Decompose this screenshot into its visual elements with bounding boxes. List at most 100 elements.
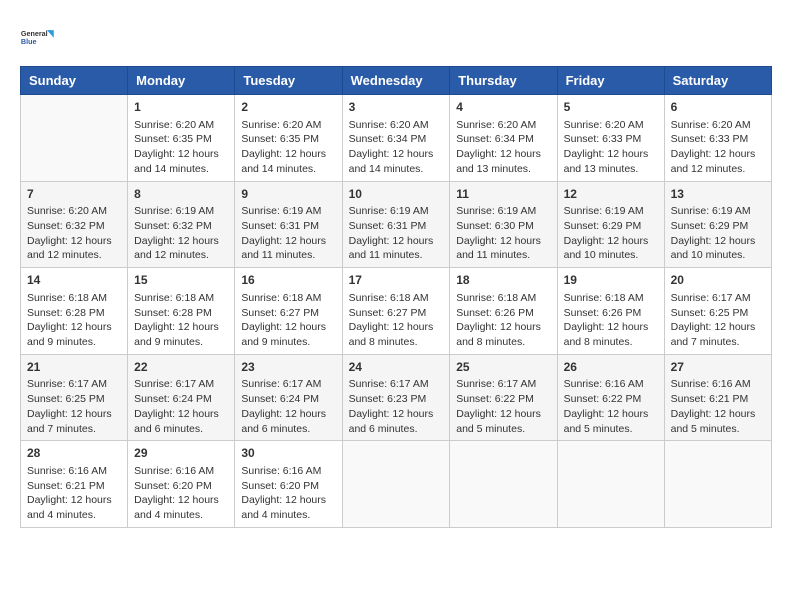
calendar-cell: 7Sunrise: 6:20 AMSunset: 6:32 PMDaylight… xyxy=(21,181,128,268)
day-number: 12 xyxy=(564,186,658,203)
day-number: 9 xyxy=(241,186,335,203)
day-number: 5 xyxy=(564,99,658,116)
calendar-cell: 9Sunrise: 6:19 AMSunset: 6:31 PMDaylight… xyxy=(235,181,342,268)
calendar-cell xyxy=(664,441,771,528)
calendar-cell: 4 Sunrise: 6:20 AMSunset: 6:34 PMDaylight… xyxy=(450,95,557,182)
day-header-saturday: Saturday xyxy=(664,67,771,95)
calendar-cell xyxy=(342,441,450,528)
day-number: 8 xyxy=(134,186,228,203)
day-header-sunday: Sunday xyxy=(21,67,128,95)
calendar-cell: 2 Sunrise: 6:20 AMSunset: 6:35 PMDaylight… xyxy=(235,95,342,182)
calendar-cell: 21Sunrise: 6:17 AMSunset: 6:25 PMDayligh… xyxy=(21,354,128,441)
cell-content: Sunrise: 6:18 AMSunset: 6:27 PMDaylight:… xyxy=(241,291,335,350)
cell-content: Sunrise: 6:17 AMSunset: 6:23 PMDaylight:… xyxy=(349,377,444,436)
calendar-cell: 5 Sunrise: 6:20 AMSunset: 6:33 PMDaylight… xyxy=(557,95,664,182)
cell-content: Sunrise: 6:19 AMSunset: 6:32 PMDaylight:… xyxy=(134,204,228,263)
day-number: 2 xyxy=(241,99,335,116)
cell-content: Sunrise: 6:20 AMSunset: 6:35 PMDaylight:… xyxy=(134,118,228,177)
calendar-cell: 15 Sunrise: 6:18 AMSunset: 6:28 PMDayligh… xyxy=(128,268,235,355)
calendar-cell: 11Sunrise: 6:19 AMSunset: 6:30 PMDayligh… xyxy=(450,181,557,268)
day-number: 1 xyxy=(134,99,228,116)
day-number: 23 xyxy=(241,359,335,376)
calendar-cell: 24Sunrise: 6:17 AMSunset: 6:23 PMDayligh… xyxy=(342,354,450,441)
calendar-cell: 19 Sunrise: 6:18 AMSunset: 6:26 PMDayligh… xyxy=(557,268,664,355)
calendar-cell xyxy=(21,95,128,182)
day-number: 11 xyxy=(456,186,550,203)
day-number: 15 xyxy=(134,272,228,289)
calendar-cell: 3 Sunrise: 6:20 AMSunset: 6:34 PMDaylight… xyxy=(342,95,450,182)
calendar-week-3: 14 Sunrise: 6:18 AMSunset: 6:28 PMDayligh… xyxy=(21,268,772,355)
cell-content: Sunrise: 6:20 AMSunset: 6:34 PMDaylight:… xyxy=(456,118,550,177)
calendar-cell: 26Sunrise: 6:16 AMSunset: 6:22 PMDayligh… xyxy=(557,354,664,441)
cell-content: Sunrise: 6:17 AMSunset: 6:24 PMDaylight:… xyxy=(134,377,228,436)
day-number: 18 xyxy=(456,272,550,289)
calendar-cell: 22Sunrise: 6:17 AMSunset: 6:24 PMDayligh… xyxy=(128,354,235,441)
cell-content: Sunrise: 6:16 AMSunset: 6:20 PMDaylight:… xyxy=(134,464,228,523)
day-number: 30 xyxy=(241,445,335,462)
calendar-cell: 10Sunrise: 6:19 AMSunset: 6:31 PMDayligh… xyxy=(342,181,450,268)
day-number: 4 xyxy=(456,99,550,116)
calendar-cell: 13Sunrise: 6:19 AMSunset: 6:29 PMDayligh… xyxy=(664,181,771,268)
calendar-cell: 8Sunrise: 6:19 AMSunset: 6:32 PMDaylight… xyxy=(128,181,235,268)
calendar-cell: 28 Sunrise: 6:16 AMSunset: 6:21 PMDayligh… xyxy=(21,441,128,528)
calendar-cell xyxy=(450,441,557,528)
day-number: 20 xyxy=(671,272,765,289)
day-number: 16 xyxy=(241,272,335,289)
cell-content: Sunrise: 6:19 AMSunset: 6:29 PMDaylight:… xyxy=(671,204,765,263)
cell-content: Sunrise: 6:16 AMSunset: 6:21 PMDaylight:… xyxy=(27,464,121,523)
logo-icon: GeneralBlue xyxy=(20,20,56,56)
calendar-cell: 14 Sunrise: 6:18 AMSunset: 6:28 PMDayligh… xyxy=(21,268,128,355)
calendar-week-1: 1 Sunrise: 6:20 AMSunset: 6:35 PMDaylight… xyxy=(21,95,772,182)
calendar-cell: 30 Sunrise: 6:16 AMSunset: 6:20 PMDayligh… xyxy=(235,441,342,528)
calendar-week-4: 21Sunrise: 6:17 AMSunset: 6:25 PMDayligh… xyxy=(21,354,772,441)
cell-content: Sunrise: 6:18 AMSunset: 6:26 PMDaylight:… xyxy=(456,291,550,350)
calendar-week-2: 7Sunrise: 6:20 AMSunset: 6:32 PMDaylight… xyxy=(21,181,772,268)
cell-content: Sunrise: 6:16 AMSunset: 6:20 PMDaylight:… xyxy=(241,464,335,523)
day-number: 10 xyxy=(349,186,444,203)
cell-content: Sunrise: 6:17 AMSunset: 6:25 PMDaylight:… xyxy=(27,377,121,436)
calendar-cell: 17Sunrise: 6:18 AMSunset: 6:27 PMDayligh… xyxy=(342,268,450,355)
calendar-cell: 16 Sunrise: 6:18 AMSunset: 6:27 PMDayligh… xyxy=(235,268,342,355)
cell-content: Sunrise: 6:18 AMSunset: 6:28 PMDaylight:… xyxy=(27,291,121,350)
day-number: 22 xyxy=(134,359,228,376)
day-number: 7 xyxy=(27,186,121,203)
cell-content: Sunrise: 6:18 AMSunset: 6:28 PMDaylight:… xyxy=(134,291,228,350)
day-number: 21 xyxy=(27,359,121,376)
cell-content: Sunrise: 6:20 AMSunset: 6:33 PMDaylight:… xyxy=(671,118,765,177)
day-number: 24 xyxy=(349,359,444,376)
calendar-cell: 20Sunrise: 6:17 AMSunset: 6:25 PMDayligh… xyxy=(664,268,771,355)
cell-content: Sunrise: 6:20 AMSunset: 6:35 PMDaylight:… xyxy=(241,118,335,177)
logo: GeneralBlue xyxy=(20,20,56,56)
day-number: 3 xyxy=(349,99,444,116)
cell-content: Sunrise: 6:20 AMSunset: 6:34 PMDaylight:… xyxy=(349,118,444,177)
day-number: 28 xyxy=(27,445,121,462)
cell-content: Sunrise: 6:17 AMSunset: 6:22 PMDaylight:… xyxy=(456,377,550,436)
calendar-cell: 18 Sunrise: 6:18 AMSunset: 6:26 PMDayligh… xyxy=(450,268,557,355)
day-number: 19 xyxy=(564,272,658,289)
cell-content: Sunrise: 6:16 AMSunset: 6:22 PMDaylight:… xyxy=(564,377,658,436)
cell-content: Sunrise: 6:20 AMSunset: 6:33 PMDaylight:… xyxy=(564,118,658,177)
calendar-cell: 29Sunrise: 6:16 AMSunset: 6:20 PMDayligh… xyxy=(128,441,235,528)
svg-text:General: General xyxy=(21,29,48,38)
cell-content: Sunrise: 6:19 AMSunset: 6:29 PMDaylight:… xyxy=(564,204,658,263)
day-header-tuesday: Tuesday xyxy=(235,67,342,95)
svg-text:Blue: Blue xyxy=(21,37,37,46)
calendar-body: 1 Sunrise: 6:20 AMSunset: 6:35 PMDaylight… xyxy=(21,95,772,528)
calendar-cell: 12Sunrise: 6:19 AMSunset: 6:29 PMDayligh… xyxy=(557,181,664,268)
cell-content: Sunrise: 6:19 AMSunset: 6:31 PMDaylight:… xyxy=(241,204,335,263)
cell-content: Sunrise: 6:17 AMSunset: 6:24 PMDaylight:… xyxy=(241,377,335,436)
day-header-thursday: Thursday xyxy=(450,67,557,95)
cell-content: Sunrise: 6:19 AMSunset: 6:30 PMDaylight:… xyxy=(456,204,550,263)
day-number: 17 xyxy=(349,272,444,289)
cell-content: Sunrise: 6:18 AMSunset: 6:26 PMDaylight:… xyxy=(564,291,658,350)
page-header: GeneralBlue xyxy=(20,20,772,56)
cell-content: Sunrise: 6:19 AMSunset: 6:31 PMDaylight:… xyxy=(349,204,444,263)
cell-content: Sunrise: 6:20 AMSunset: 6:32 PMDaylight:… xyxy=(27,204,121,263)
calendar-header-row: SundayMondayTuesdayWednesdayThursdayFrid… xyxy=(21,67,772,95)
day-header-monday: Monday xyxy=(128,67,235,95)
day-header-friday: Friday xyxy=(557,67,664,95)
calendar-cell: 6Sunrise: 6:20 AMSunset: 6:33 PMDaylight… xyxy=(664,95,771,182)
calendar-table: SundayMondayTuesdayWednesdayThursdayFrid… xyxy=(20,66,772,528)
day-number: 14 xyxy=(27,272,121,289)
calendar-cell: 27Sunrise: 6:16 AMSunset: 6:21 PMDayligh… xyxy=(664,354,771,441)
